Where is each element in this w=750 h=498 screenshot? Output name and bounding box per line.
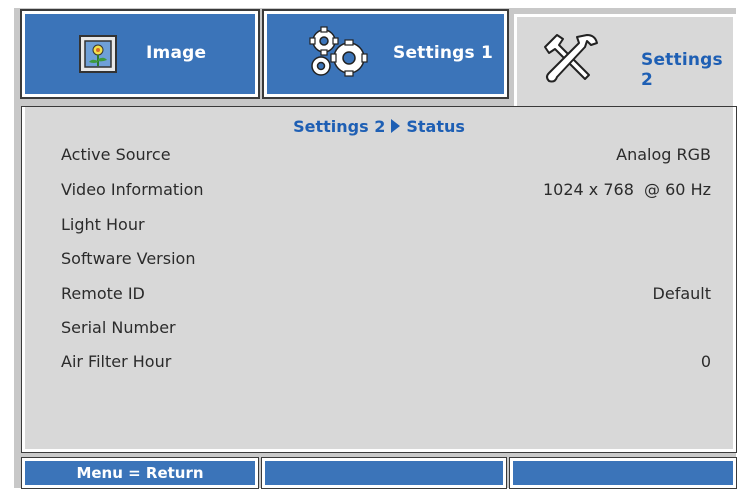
- row-name: Remote ID: [61, 284, 145, 303]
- gears-icon: [307, 26, 369, 84]
- breadcrumb: Settings 2 Status: [25, 117, 733, 136]
- footer-slot-3: [509, 457, 737, 489]
- tab-image[interactable]: Image: [20, 9, 260, 99]
- image-icon: [78, 34, 118, 74]
- breadcrumb-parent: Settings 2: [293, 117, 386, 136]
- status-panel: Settings 2 Status Active Source Analog RG…: [21, 106, 737, 453]
- breadcrumb-arrow-icon: [391, 119, 401, 133]
- status-row-air-filter-hour: Air Filter Hour 0: [61, 352, 711, 378]
- row-name: Serial Number: [61, 318, 176, 337]
- status-row-remote-id: Remote ID Default: [61, 284, 711, 310]
- tab-image-label: Image: [146, 43, 207, 63]
- status-row-light-hour: Light Hour: [61, 215, 711, 241]
- footer-slot-2: [261, 457, 507, 489]
- status-row-video-information: Video Information 1024 x 768 @ 60 Hz: [61, 180, 711, 206]
- status-row-serial-number: Serial Number: [61, 318, 711, 344]
- tab-settings-2[interactable]: Settings 2: [514, 14, 736, 106]
- row-name: Light Hour: [61, 215, 145, 234]
- row-name: Software Version: [61, 249, 196, 268]
- tools-icon: [541, 29, 601, 89]
- status-row-software-version: Software Version: [61, 249, 711, 275]
- tab-settings-1[interactable]: Settings 1: [262, 9, 509, 99]
- footer-hint-label: Menu = Return: [76, 464, 204, 482]
- row-value: 1024 x 768 @ 60 Hz: [542, 180, 711, 199]
- footer-hint-menu-return: Menu = Return: [21, 457, 259, 489]
- row-value: Default: [652, 284, 711, 303]
- row-value: Analog RGB: [616, 145, 711, 164]
- tab-settings-2-label: Settings 2: [641, 50, 723, 90]
- row-name: Active Source: [61, 145, 171, 164]
- status-row-active-source: Active Source Analog RGB: [61, 145, 711, 171]
- row-value: 0: [700, 352, 711, 371]
- breadcrumb-current: Status: [406, 117, 465, 136]
- tab-settings-1-label: Settings 1: [393, 43, 493, 63]
- row-name: Air Filter Hour: [61, 352, 172, 371]
- row-name: Video Information: [61, 180, 204, 199]
